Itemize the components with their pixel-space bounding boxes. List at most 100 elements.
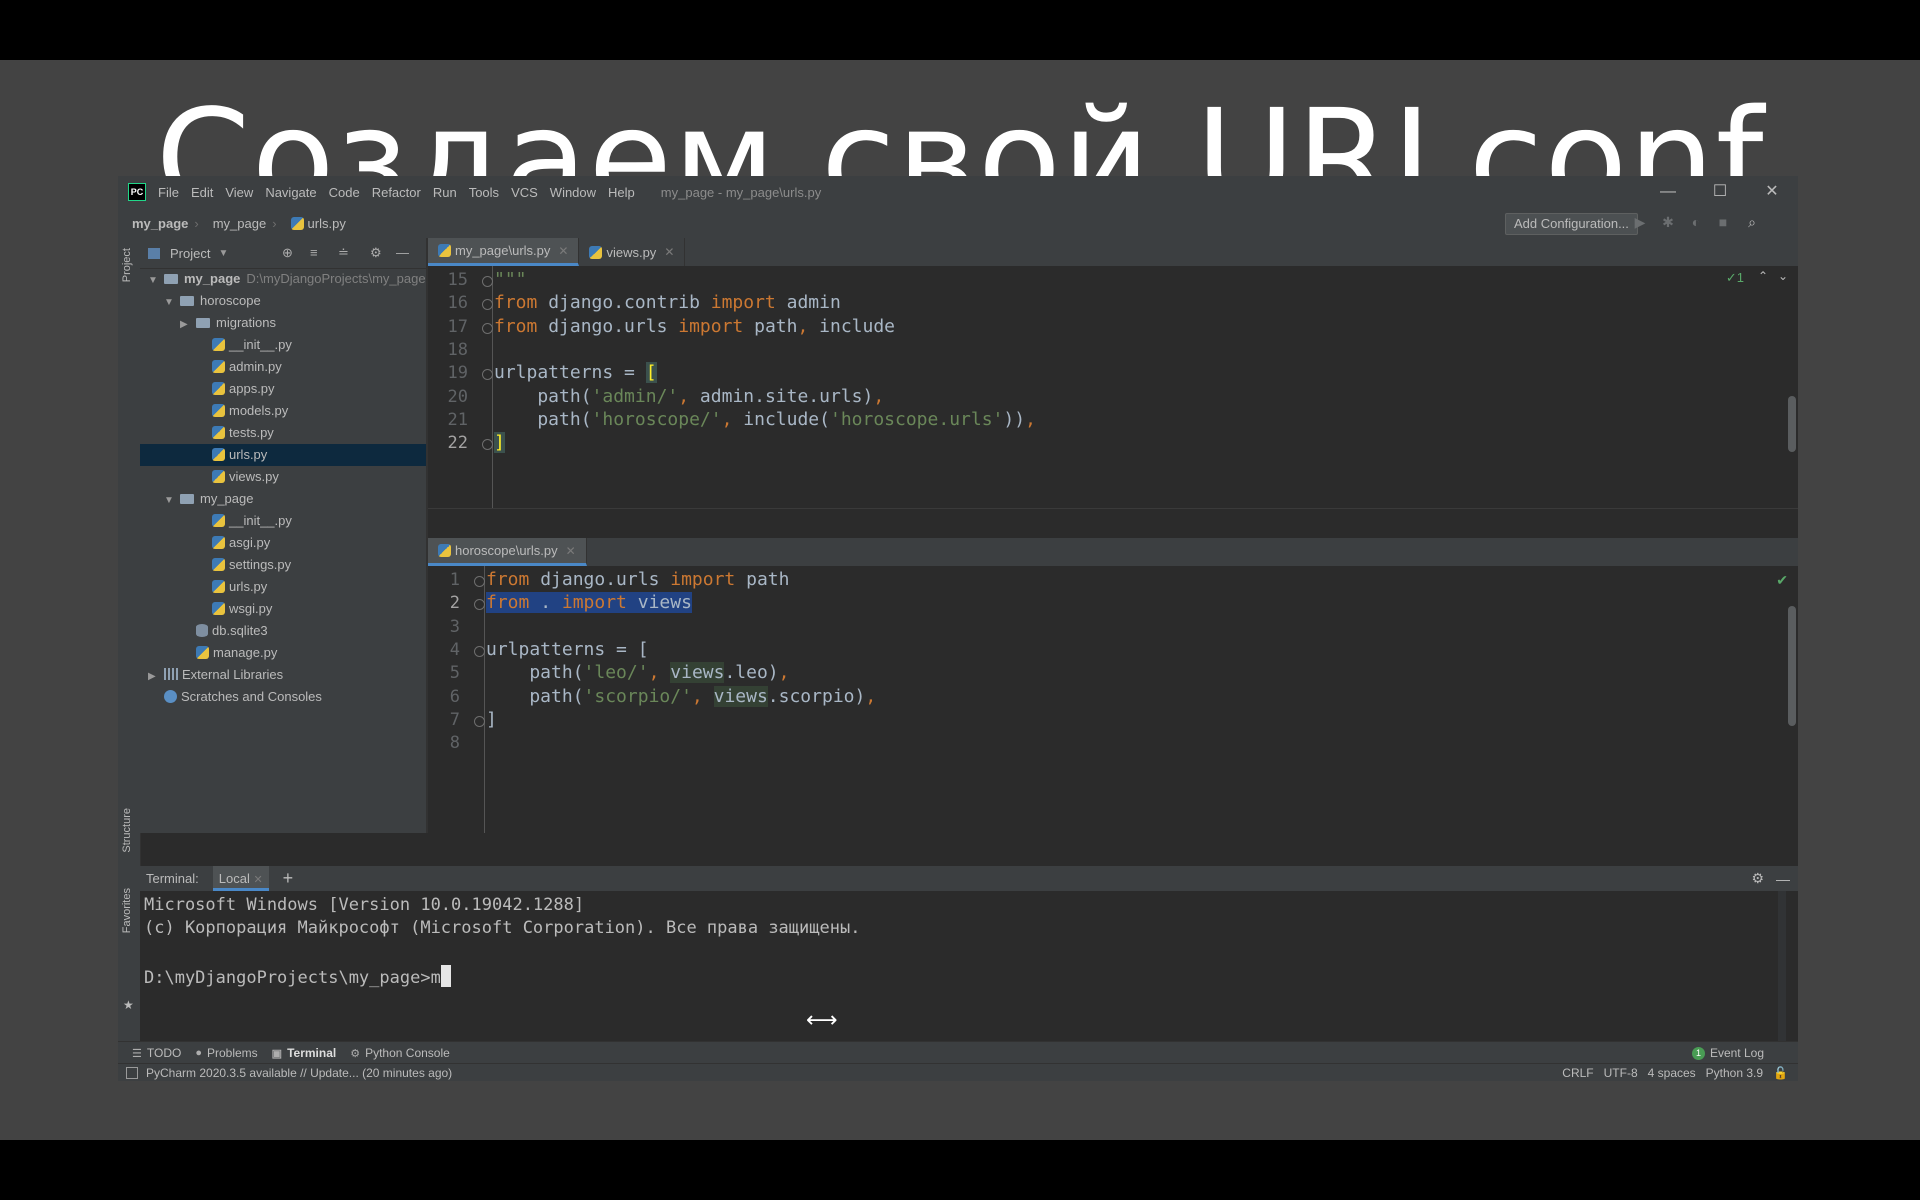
menu-file[interactable]: File (158, 185, 179, 200)
tool-tab-problems[interactable]: ● Problems (195, 1046, 257, 1060)
fold-marker-icon[interactable] (474, 599, 485, 611)
tree-item[interactable]: ▶ migrations (140, 312, 426, 334)
tree-item[interactable]: ▼ my_page D:\myDjangoProjects\my_page (140, 268, 426, 290)
tree-item[interactable]: ▶ External Libraries (140, 664, 426, 686)
fold-marker-icon[interactable] (482, 299, 493, 311)
close-icon[interactable]: ✕ (566, 544, 576, 558)
fold-marker-icon[interactable] (482, 439, 493, 451)
editor-tab[interactable]: my_page\urls.py ✕ (428, 238, 580, 266)
tree-item[interactable]: db.sqlite3 (140, 620, 426, 642)
stop-icon[interactable]: ■ (1715, 214, 1731, 230)
tree-item[interactable]: admin.py (140, 356, 426, 378)
gear-icon[interactable]: ⚙ (370, 245, 382, 261)
status-message[interactable]: PyCharm 2020.3.5 available // Update... … (146, 1066, 452, 1080)
menu-run[interactable]: Run (433, 185, 457, 200)
tree-item[interactable]: ▼ horoscope (140, 290, 426, 312)
tree-item[interactable]: models.py (140, 400, 426, 422)
fold-marker-icon[interactable] (474, 576, 485, 587)
tree-item[interactable]: urls.py (140, 576, 426, 598)
terminal-output[interactable]: Microsoft Windows [Version 10.0.19042.12… (140, 891, 1798, 1057)
fold-marker-icon[interactable] (474, 715, 485, 727)
gear-icon[interactable]: ⚙ (1751, 870, 1764, 887)
close-icon[interactable]: ✕ (664, 245, 674, 259)
tree-item[interactable]: views.py (140, 466, 426, 488)
line-number[interactable]: 22 (444, 429, 468, 457)
project-view-selector[interactable]: Project (170, 246, 210, 261)
breadcrumb-project[interactable]: my_page (132, 216, 188, 231)
add-terminal-button[interactable]: + (283, 868, 294, 889)
fold-marker-icon[interactable] (482, 276, 493, 287)
breadcrumb-file[interactable]: urls.py (290, 216, 346, 231)
add-configuration-button[interactable]: Add Configuration... (1505, 213, 1638, 235)
search-icon[interactable]: ⌕ (1744, 214, 1760, 230)
editor-tab[interactable]: views.py ✕ (579, 238, 686, 266)
chevron-down-icon[interactable]: ▼ (218, 248, 228, 259)
tree-item[interactable]: __init__.py (140, 334, 426, 356)
menu-edit[interactable]: Edit (191, 185, 213, 200)
fold-marker-icon[interactable] (482, 369, 493, 381)
collapse-all-icon[interactable]: ≐ (338, 245, 349, 261)
bottom-editor[interactable]: ✔ 1 from django.urls import path 2 from . i… (428, 566, 1798, 833)
toggle-tool-windows-icon[interactable] (126, 1067, 138, 1079)
tree-item[interactable]: wsgi.py (140, 598, 426, 620)
tree-item[interactable]: urls.py (140, 444, 426, 466)
interpreter-widget[interactable]: Python 3.9 (1706, 1066, 1763, 1080)
close-icon[interactable]: ✕ (558, 244, 568, 258)
expand-all-icon[interactable]: ≡ (310, 245, 318, 260)
tree-item[interactable]: ▼ my_page (140, 488, 426, 510)
menu-vcs[interactable]: VCS (511, 185, 538, 200)
chevron-down-icon[interactable]: ▼ (164, 292, 176, 312)
menu-tools[interactable]: Tools (469, 185, 499, 200)
event-log-button[interactable]: 1 Event Log (1691, 1046, 1764, 1060)
chevron-right-icon[interactable]: ▶ (148, 666, 160, 686)
code-text[interactable]: ] (494, 429, 505, 457)
coverage-icon[interactable]: ◐ (1688, 214, 1704, 230)
project-tool-tab[interactable]: Project (121, 248, 133, 282)
code-line[interactable]: 8 (428, 729, 1798, 757)
close-icon[interactable]: ✕ (253, 874, 262, 886)
encoding-widget[interactable]: UTF-8 (1604, 1066, 1638, 1080)
terminal-tab-local[interactable]: Local ✕ (212, 866, 269, 891)
minimize-button[interactable]: — (1642, 176, 1694, 208)
tree-item[interactable]: manage.py (140, 642, 426, 664)
locate-icon[interactable]: ⊕ (282, 245, 293, 261)
top-editor[interactable]: ✓1 ⌃ ⌄ 15 """ 16 from django.contrib import… (428, 266, 1798, 508)
tool-tab-python-console[interactable]: ⚙ Python Console (350, 1046, 450, 1060)
maximize-button[interactable]: ☐ (1694, 176, 1746, 208)
menu-code[interactable]: Code (329, 185, 360, 200)
close-button[interactable]: ✕ (1746, 176, 1798, 208)
favorites-tool-tab[interactable]: Favorites (121, 888, 133, 933)
menu-help[interactable]: Help (608, 185, 635, 200)
line-separator-widget[interactable]: CRLF (1562, 1066, 1593, 1080)
tree-item[interactable]: settings.py (140, 554, 426, 576)
debug-icon[interactable]: ✱ (1660, 214, 1676, 230)
chevron-down-icon[interactable]: ▼ (148, 270, 160, 290)
tree-item[interactable]: Scratches and Consoles (140, 686, 426, 708)
run-icon[interactable]: ▶ (1632, 214, 1648, 230)
tool-tab-todo[interactable]: ☰ TODO (132, 1046, 181, 1060)
tree-item[interactable]: __init__.py (140, 510, 426, 532)
terminal-scrollbar[interactable] (1778, 891, 1786, 1051)
tree-item[interactable]: tests.py (140, 422, 426, 444)
structure-tool-tab[interactable]: Structure (121, 808, 133, 853)
menu-refactor[interactable]: Refactor (372, 185, 421, 200)
tool-tab-terminal[interactable]: ▣ Terminal (272, 1046, 337, 1060)
chevron-right-icon[interactable]: ▶ (180, 314, 192, 334)
code-line[interactable]: 22] (428, 429, 1798, 457)
fold-marker-icon[interactable] (474, 645, 485, 657)
tree-item[interactable]: asgi.py (140, 532, 426, 554)
fold-marker-icon[interactable] (482, 322, 493, 334)
tree-item[interactable]: apps.py (140, 378, 426, 400)
indent-widget[interactable]: 4 spaces (1648, 1066, 1696, 1080)
menu-navigate[interactable]: Navigate (265, 185, 316, 200)
hide-panel-icon[interactable]: — (396, 245, 409, 260)
hide-panel-icon[interactable]: — (1776, 871, 1790, 887)
editor-tab[interactable]: horoscope\urls.py ✕ (428, 538, 587, 566)
menu-window[interactable]: Window (550, 185, 596, 200)
chevron-down-icon[interactable]: ▼ (164, 490, 176, 510)
breadcrumb-folder[interactable]: my_page (213, 216, 266, 231)
lock-icon[interactable]: 🔓 (1773, 1066, 1788, 1080)
line-number[interactable]: 8 (436, 729, 460, 757)
menu-view[interactable]: View (225, 185, 253, 200)
terminal-line: Microsoft Windows [Version 10.0.19042.12… (144, 895, 584, 915)
